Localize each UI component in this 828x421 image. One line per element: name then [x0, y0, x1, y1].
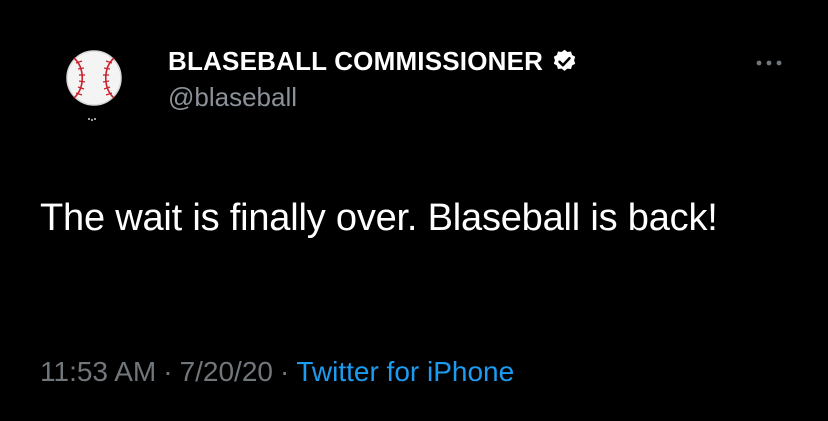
verified-badge-icon: [553, 49, 576, 71]
tweet-time[interactable]: 11:53 AM: [40, 356, 156, 387]
tweet-meta: 11:53 AM · 7/20/20 · Twitter for iPhone: [40, 356, 514, 388]
author-name-row: BLASEBALL COMMISSIONER: [168, 42, 578, 80]
baseball-icon[interactable]: [58, 44, 132, 126]
author-handle[interactable]: @blaseball: [168, 82, 578, 113]
tweet-header: BLASEBALL COMMISSIONER @blaseball: [168, 42, 578, 113]
more-horizontal-icon[interactable]: [753, 58, 787, 68]
meta-separator: ·: [279, 356, 290, 387]
tweet: BLASEBALL COMMISSIONER @blaseball The wa…: [0, 0, 828, 421]
meta-separator: ·: [163, 356, 173, 387]
tweet-date[interactable]: 7/20/20: [180, 356, 273, 387]
author-display-name[interactable]: BLASEBALL COMMISSIONER: [168, 46, 543, 77]
tweet-text: The wait is finally over. Blaseball is b…: [40, 197, 718, 239]
tweet-source-link[interactable]: Twitter for iPhone: [296, 356, 514, 387]
